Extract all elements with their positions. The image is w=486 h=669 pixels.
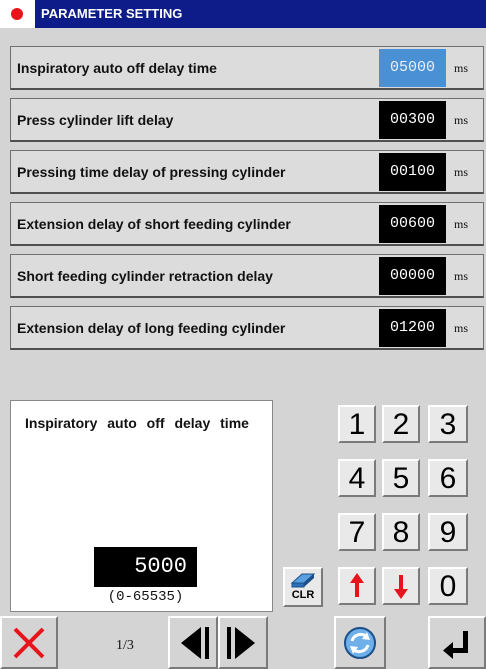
param-row-pressing-time-delay[interactable]: Pressing time delay of pressing cylinder… [10, 150, 484, 194]
key-7[interactable]: 7 [338, 513, 376, 551]
edit-value-display[interactable]: 5000 [94, 547, 197, 587]
arrow-down-icon [394, 575, 408, 599]
param-value[interactable]: 01200 [379, 309, 446, 347]
param-label: Pressing time delay of pressing cylinder [17, 164, 286, 180]
param-unit: ms [454, 165, 469, 179]
title-bar: PARAMETER SETTING [0, 0, 486, 28]
clear-label: CLR [291, 589, 315, 601]
param-label: Extension delay of short feeding cylinde… [17, 216, 291, 232]
status-indicator-icon [11, 8, 23, 20]
value-range: (0-65535) [107, 589, 184, 605]
parameter-list: Inspiratory auto off delay time 05000 ms… [10, 46, 484, 358]
enter-icon [443, 631, 468, 659]
increment-button[interactable] [338, 567, 376, 605]
param-label: Inspiratory auto off delay time [17, 60, 217, 76]
param-row-long-feed-extension[interactable]: Extension delay of long feeding cylinder… [10, 306, 484, 350]
key-3[interactable]: 3 [428, 405, 468, 443]
param-unit: ms [454, 217, 469, 231]
key-9[interactable]: 9 [428, 513, 468, 551]
key-1[interactable]: 1 [338, 405, 376, 443]
clear-button[interactable]: CLR [283, 567, 323, 607]
param-value[interactable]: 00300 [379, 101, 446, 139]
param-row-short-feed-retraction[interactable]: Short feeding cylinder retraction delay … [10, 254, 484, 298]
param-label: Press cylinder lift delay [17, 112, 174, 128]
parameter-info-panel: Inspiratory auto off delay time 5000 (0-… [10, 400, 273, 612]
refresh-icon [344, 627, 376, 659]
key-6[interactable]: 6 [428, 459, 468, 497]
page-title: PARAMETER SETTING [35, 0, 486, 28]
param-unit: ms [454, 113, 469, 127]
key-2[interactable]: 2 [382, 405, 420, 443]
enter-button[interactable] [428, 616, 486, 669]
param-row-short-feed-extension[interactable]: Extension delay of short feeding cylinde… [10, 202, 484, 246]
param-label: Short feeding cylinder retraction delay [17, 268, 273, 284]
param-row-inspiratory-auto-off[interactable]: Inspiratory auto off delay time 05000 ms [10, 46, 484, 90]
decrement-button[interactable] [382, 567, 420, 605]
param-unit: ms [454, 321, 469, 335]
param-unit: ms [454, 269, 469, 283]
param-value[interactable]: 00000 [379, 257, 446, 295]
triangle-left-icon [181, 627, 209, 659]
param-row-press-cylinder-lift[interactable]: Press cylinder lift delay 00300 ms [10, 98, 484, 142]
cancel-button[interactable] [0, 616, 58, 669]
triangle-right-icon [227, 627, 255, 659]
param-unit: ms [454, 61, 469, 75]
prev-page-button[interactable] [168, 616, 218, 669]
page-indicator: 1/3 [116, 638, 134, 653]
key-8[interactable]: 8 [382, 513, 420, 551]
refresh-button[interactable] [334, 616, 386, 669]
next-page-button[interactable] [218, 616, 268, 669]
param-value[interactable]: 05000 [379, 49, 446, 87]
info-title: Inspiratory auto off delay time [25, 415, 249, 431]
key-0[interactable]: 0 [428, 567, 468, 605]
key-4[interactable]: 4 [338, 459, 376, 497]
param-label: Extension delay of long feeding cylinder [17, 320, 286, 336]
param-value[interactable]: 00100 [379, 153, 446, 191]
param-value[interactable]: 00600 [379, 205, 446, 243]
arrow-up-icon [350, 573, 364, 597]
close-icon [13, 627, 45, 659]
key-5[interactable]: 5 [382, 459, 420, 497]
